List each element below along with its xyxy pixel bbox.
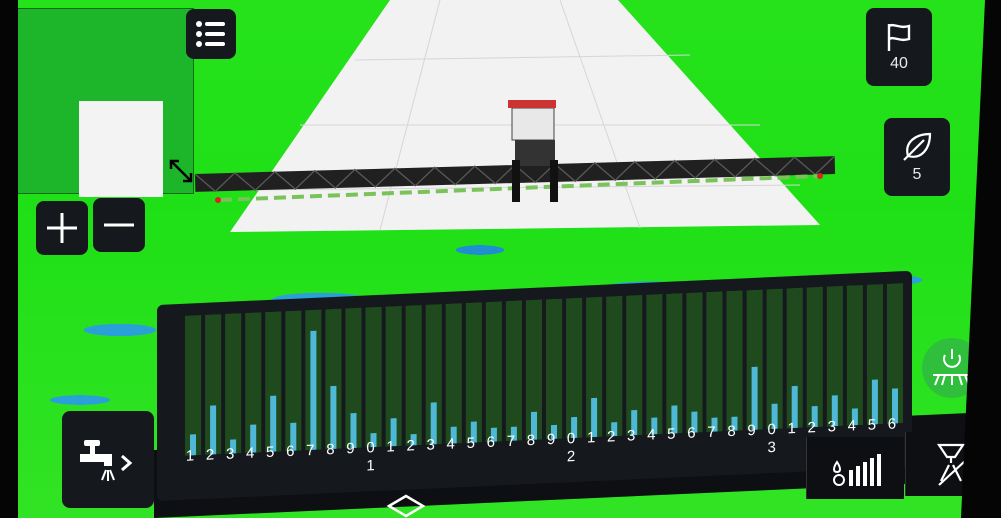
section-slot [606,295,623,437]
flags-count: 40 [890,55,908,72]
diagonal-resize-icon[interactable] [165,155,197,187]
rate-display-button[interactable] [806,437,904,499]
section-tick-label: 5 [466,434,475,452]
boom-sections-panel[interactable]: 123456789012345678901234567890123456123 [157,270,912,501]
section-tick-label: 6 [286,442,295,461]
section-tick-label: 4 [245,444,255,462]
section-tick-label: 8 [326,440,335,459]
section-tick-label: 4 [847,417,856,435]
faucet-spray-icon [80,439,133,481]
flag-icon [887,23,911,51]
section-slot [405,304,422,446]
section-slot [225,313,242,454]
section-slot [726,290,743,432]
section-slot [485,301,502,443]
section-slot [846,284,863,426]
section-slot [505,300,522,442]
section-tick-label: 1 [386,438,395,456]
section-tick-label: 2 [406,437,415,455]
section-tick-label: 2 [205,446,215,464]
section-level-bar [751,366,758,430]
plus-icon [47,213,77,243]
screen-bezel-left [0,0,18,518]
section-tick-label: 5 [266,443,275,462]
section-tick-label: 1 [586,429,596,447]
section-tick-label: 3 [225,445,235,463]
section-tick-label: 7 [506,432,516,451]
section-slot [365,306,382,448]
section-group-label: 2 [566,448,576,466]
section-tick-label: 3 [627,427,636,445]
section-tick-label: 7 [306,441,315,460]
section-group-label: 1 [366,457,375,475]
section-tick-label: 3 [827,418,836,436]
section-tick-label: 8 [526,431,536,450]
section-tick-label: 9 [346,440,355,458]
section-slot [646,294,663,435]
section-tick-label: 4 [647,426,656,444]
section-tick-label: 2 [606,428,616,446]
plants-button[interactable]: 5 [884,118,950,196]
field-map-view[interactable]: 40 5 12345678901234567890123456789012345… [0,0,1001,518]
section-tick-label: 6 [887,415,897,433]
list-icon-button[interactable] [186,9,236,59]
zoom-in-button[interactable] [36,201,88,255]
section-slot [445,303,462,444]
section-tick-label: 6 [687,424,696,442]
section-tick-label: 1 [185,447,195,465]
section-tick-label: 0 [366,439,375,457]
droplet-bars-icon [832,454,881,486]
faucet-spray-button[interactable] [62,411,154,508]
section-tick-label: 5 [667,425,676,443]
section-group-label: 3 [767,438,776,457]
section-tick-label: 9 [747,421,756,440]
flags-button[interactable]: 40 [866,8,932,86]
plants-count: 5 [912,166,922,183]
section-tick-label: 8 [727,422,736,441]
leaf-icon [903,132,932,161]
section-tick-label: 6 [486,433,495,452]
section-level-bar [310,330,317,451]
home-chevron-icon[interactable] [385,492,427,518]
list-icon [196,21,225,47]
section-slot [706,291,723,433]
section-tick-label: 2 [807,419,816,437]
section-tick-label: 0 [566,430,576,448]
section-tick-label: 9 [546,430,556,449]
section-tick-label: 3 [426,436,435,454]
section-tick-label: 7 [707,423,716,442]
section-tick-label: 4 [446,435,455,453]
section-level-bar [330,385,337,450]
section-tick-label: 5 [867,416,877,434]
minimap-sprayed-area [79,101,163,197]
section-slot [546,298,563,440]
zoom-out-button[interactable] [93,198,145,252]
minus-icon [104,223,134,227]
section-tick-label: 0 [767,420,776,439]
section-tick-label: 1 [787,419,796,438]
